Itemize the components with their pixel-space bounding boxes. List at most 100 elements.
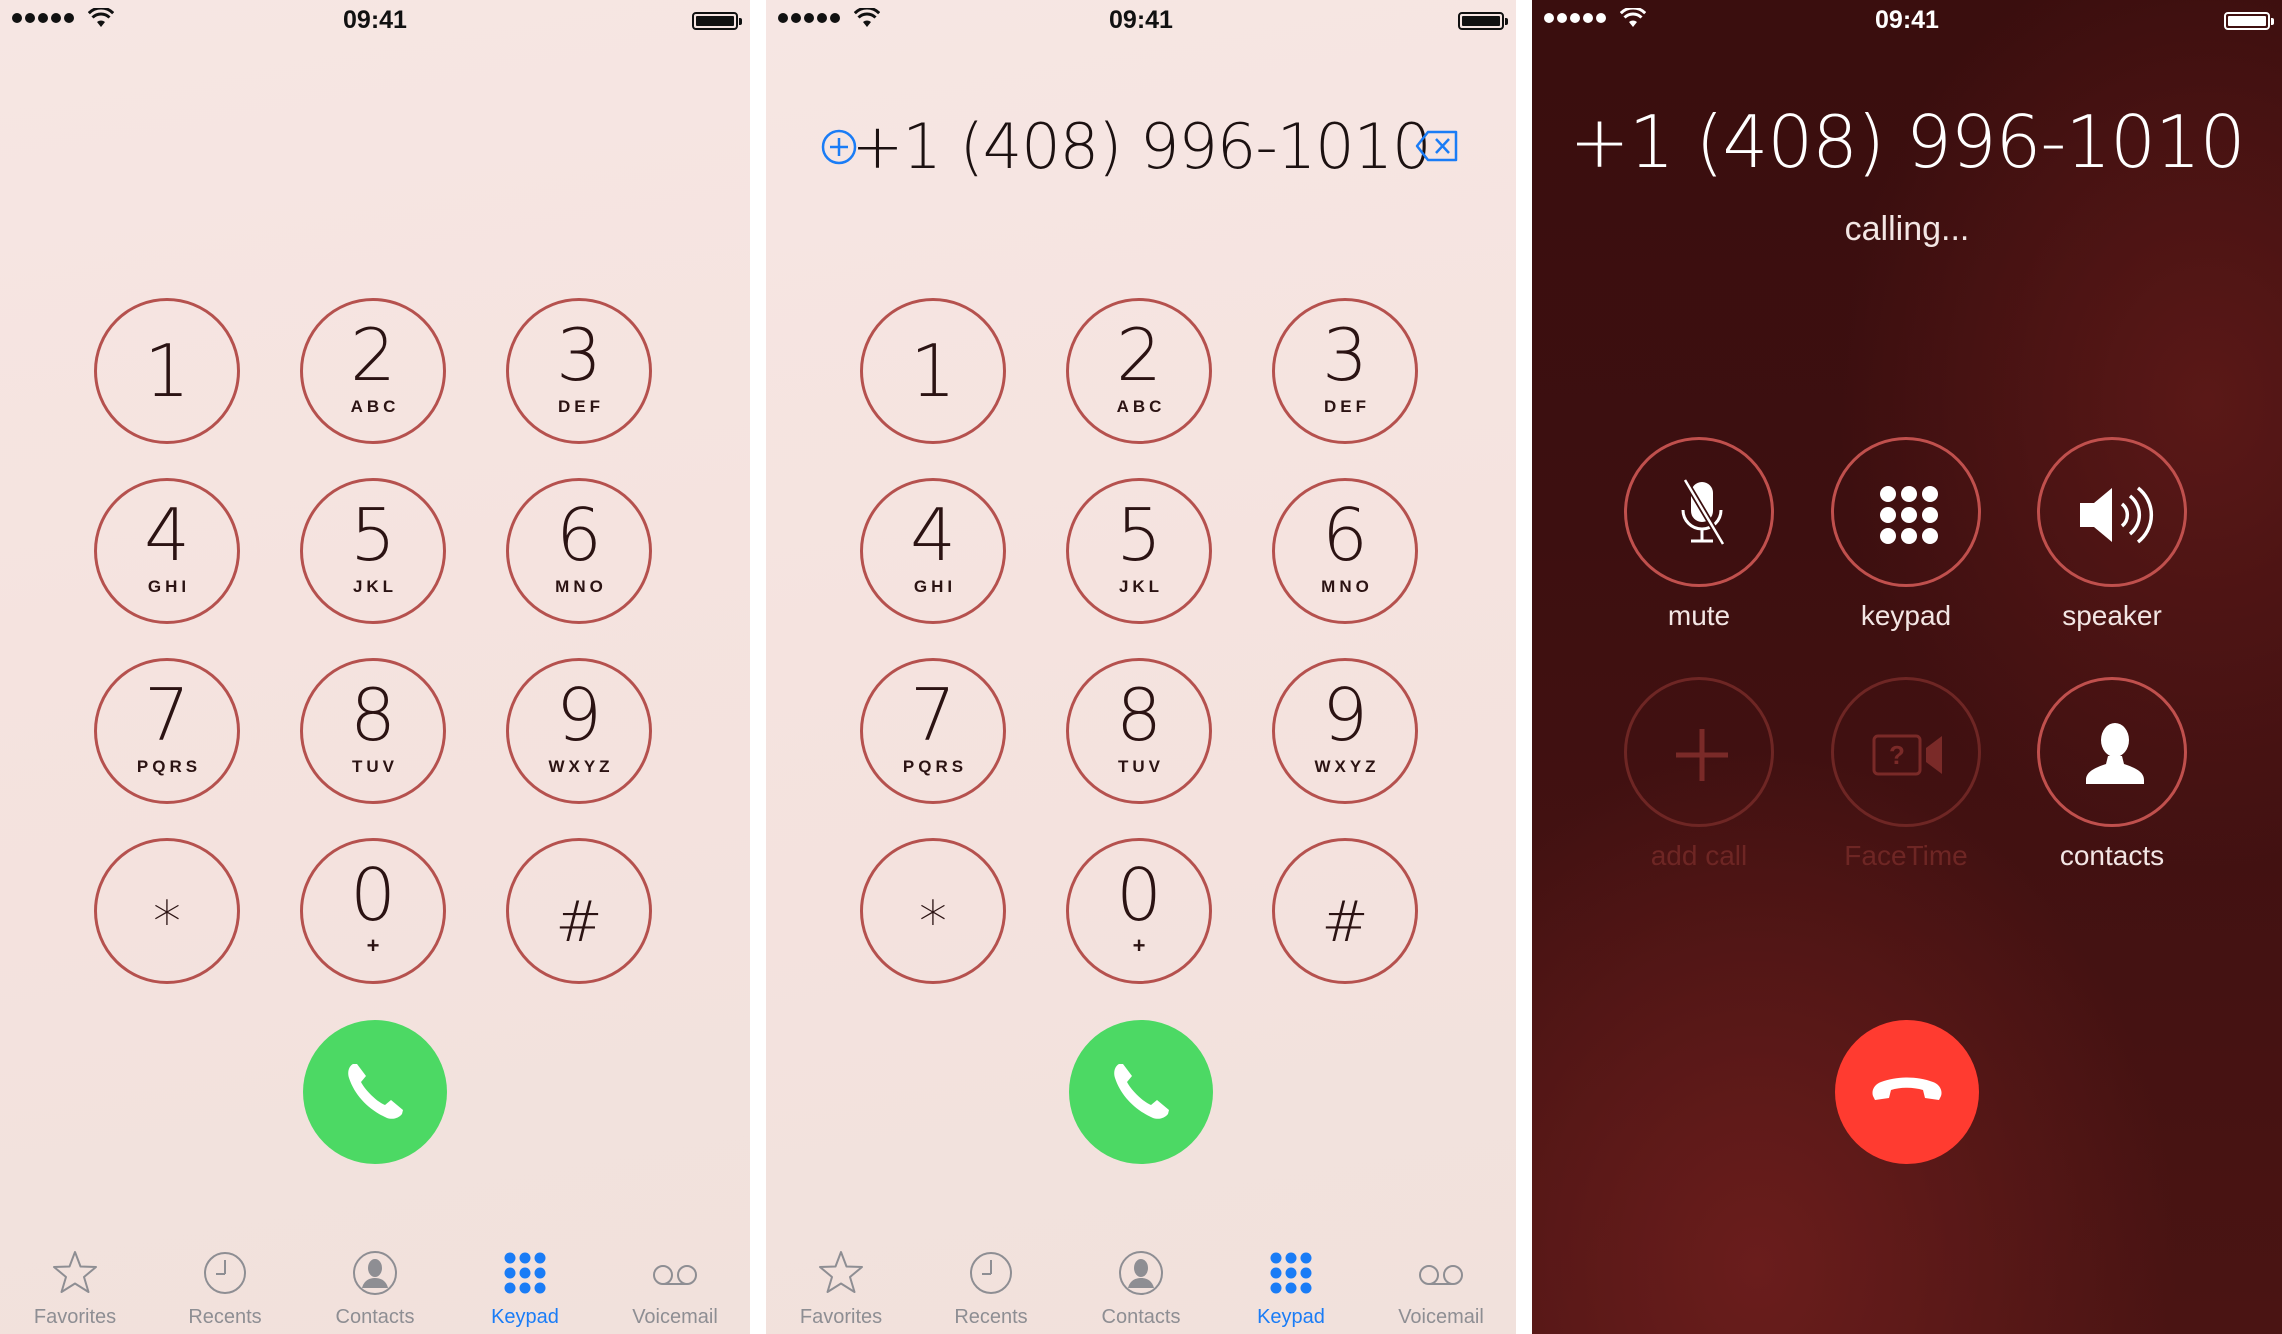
key-letters: GHI [913, 577, 957, 596]
contact-icon [2086, 723, 2144, 784]
key-digit: 5 [1116, 493, 1162, 577]
key-1[interactable]: 1 [860, 298, 1006, 444]
tab-keypad[interactable]: Keypad [450, 1236, 600, 1334]
key-4[interactable]: 4 GHI [860, 478, 1006, 624]
tab-label: Contacts [1101, 1306, 1181, 1328]
call-status: calling... [1844, 210, 1970, 248]
key-digit: 7 [910, 673, 956, 757]
tab-label: Recents [954, 1306, 1028, 1328]
key-letters: TUV [1118, 757, 1164, 776]
key-letters: WXYZ [548, 757, 614, 776]
mute-icon [1681, 478, 1726, 546]
keypad-icon [1266, 1248, 1316, 1298]
call-button[interactable] [1069, 1020, 1213, 1164]
keypad-button[interactable] [1831, 437, 1981, 587]
key-letters: PQRS [136, 757, 202, 776]
key-digit: 2 [350, 313, 396, 397]
key-8[interactable]: 8 TUV [1066, 658, 1212, 804]
key-6[interactable]: 6 MNO [506, 478, 652, 624]
status-time: 09:41 [343, 6, 407, 34]
key-0[interactable]: 0 + [1066, 838, 1212, 984]
key-7[interactable]: 7 PQRS [860, 658, 1006, 804]
key-letters: TUV [352, 757, 398, 776]
dialed-number: +1 (408) 996-1010 [851, 110, 1431, 183]
key-5[interactable]: 5 JKL [1066, 478, 1212, 624]
key-0[interactable]: 0 + [300, 838, 446, 984]
contacts-button[interactable] [2037, 677, 2187, 827]
tab-keypad[interactable]: Keypad [1216, 1236, 1366, 1334]
hang-up-icon [1872, 1077, 1942, 1100]
key-7[interactable]: 7 PQRS [94, 658, 240, 804]
key-4[interactable]: 4 GHI [94, 478, 240, 624]
key-3[interactable]: 3 DEF [506, 298, 652, 444]
call-button[interactable] [303, 1020, 447, 1164]
key-letters: ABC [1116, 397, 1166, 416]
key-digit: 8 [1116, 673, 1162, 757]
key-2[interactable]: 2 ABC [300, 298, 446, 444]
battery-icon [1458, 12, 1508, 30]
key-5[interactable]: 5 JKL [300, 478, 446, 624]
key-letters: ABC [350, 397, 400, 416]
tab-label: Keypad [1257, 1306, 1325, 1328]
clock-icon [200, 1248, 250, 1298]
tab-favorites[interactable]: Favorites [0, 1236, 150, 1334]
key-letters: + [1132, 933, 1146, 958]
battery-icon [692, 12, 742, 30]
key-letters: DEF [1324, 397, 1370, 416]
tab-favorites[interactable]: Favorites [766, 1236, 916, 1334]
tab-label: Contacts [335, 1306, 415, 1328]
key-letters: GHI [147, 577, 191, 596]
key-2[interactable]: 2 ABC [1066, 298, 1212, 444]
tab-bar: Favorites Recents Contacts Keypad Voicemail [766, 1236, 1516, 1334]
contacts-icon [1116, 1248, 1166, 1298]
key-digit: 9 [1322, 673, 1368, 757]
key-star[interactable]: * [94, 838, 240, 984]
mute-button[interactable] [1624, 437, 1774, 587]
tab-voicemail[interactable]: Voicemail [600, 1236, 750, 1334]
calling-screen: 09:41 +1 (408) 996-1010 calling... mute … [1532, 0, 2282, 1334]
key-1[interactable]: 1 [94, 298, 240, 444]
key-star[interactable]: * [860, 838, 1006, 984]
keypad-icon [1880, 486, 1938, 544]
end-call-button[interactable] [1835, 1020, 1979, 1164]
tab-recents[interactable]: Recents [150, 1236, 300, 1334]
tab-contacts[interactable]: Contacts [1066, 1236, 1216, 1334]
key-letters: JKL [352, 577, 398, 596]
clock-icon [966, 1248, 1016, 1298]
key-letters: WXYZ [1314, 757, 1380, 776]
svg-text:?: ? [1889, 740, 1905, 770]
keypad-icon [500, 1248, 550, 1298]
tab-contacts[interactable]: Contacts [300, 1236, 450, 1334]
tab-voicemail[interactable]: Voicemail [1366, 1236, 1516, 1334]
key-pound[interactable]: # [506, 838, 652, 984]
delete-icon[interactable] [1414, 128, 1460, 164]
status-bar: 09:41 [1532, 0, 2282, 40]
facetime-button[interactable]: ? [1831, 677, 1981, 827]
key-6[interactable]: 6 MNO [1272, 478, 1418, 624]
phone-icon [348, 1064, 403, 1119]
tab-label: Recents [188, 1306, 262, 1328]
tab-recents[interactable]: Recents [916, 1236, 1066, 1334]
key-digit: 6 [1322, 493, 1368, 577]
key-digit: 4 [144, 493, 190, 577]
key-letters: + [366, 933, 380, 958]
key-digit: 0 [350, 853, 396, 937]
key-digit: # [1321, 890, 1369, 955]
tab-bar: Favorites Recents Contacts Keypad Voicemail [0, 1236, 750, 1334]
add-icon [1676, 729, 1728, 781]
key-pound[interactable]: # [1272, 838, 1418, 984]
key-3[interactable]: 3 DEF [1272, 298, 1418, 444]
add-call-button[interactable] [1624, 677, 1774, 827]
speaker-button[interactable] [2037, 437, 2187, 587]
key-letters: JKL [1118, 577, 1164, 596]
mute-label: mute [1667, 600, 1731, 631]
facetime-icon: ? [1872, 734, 1942, 776]
key-9[interactable]: 9 WXYZ [506, 658, 652, 804]
voicemail-icon [650, 1248, 700, 1298]
key-digit: * [919, 890, 947, 955]
keypad-label: keypad [1860, 600, 1952, 631]
status-time: 09:41 [1875, 6, 1939, 34]
key-9[interactable]: 9 WXYZ [1272, 658, 1418, 804]
key-letters: MNO [1321, 577, 1373, 596]
key-8[interactable]: 8 TUV [300, 658, 446, 804]
